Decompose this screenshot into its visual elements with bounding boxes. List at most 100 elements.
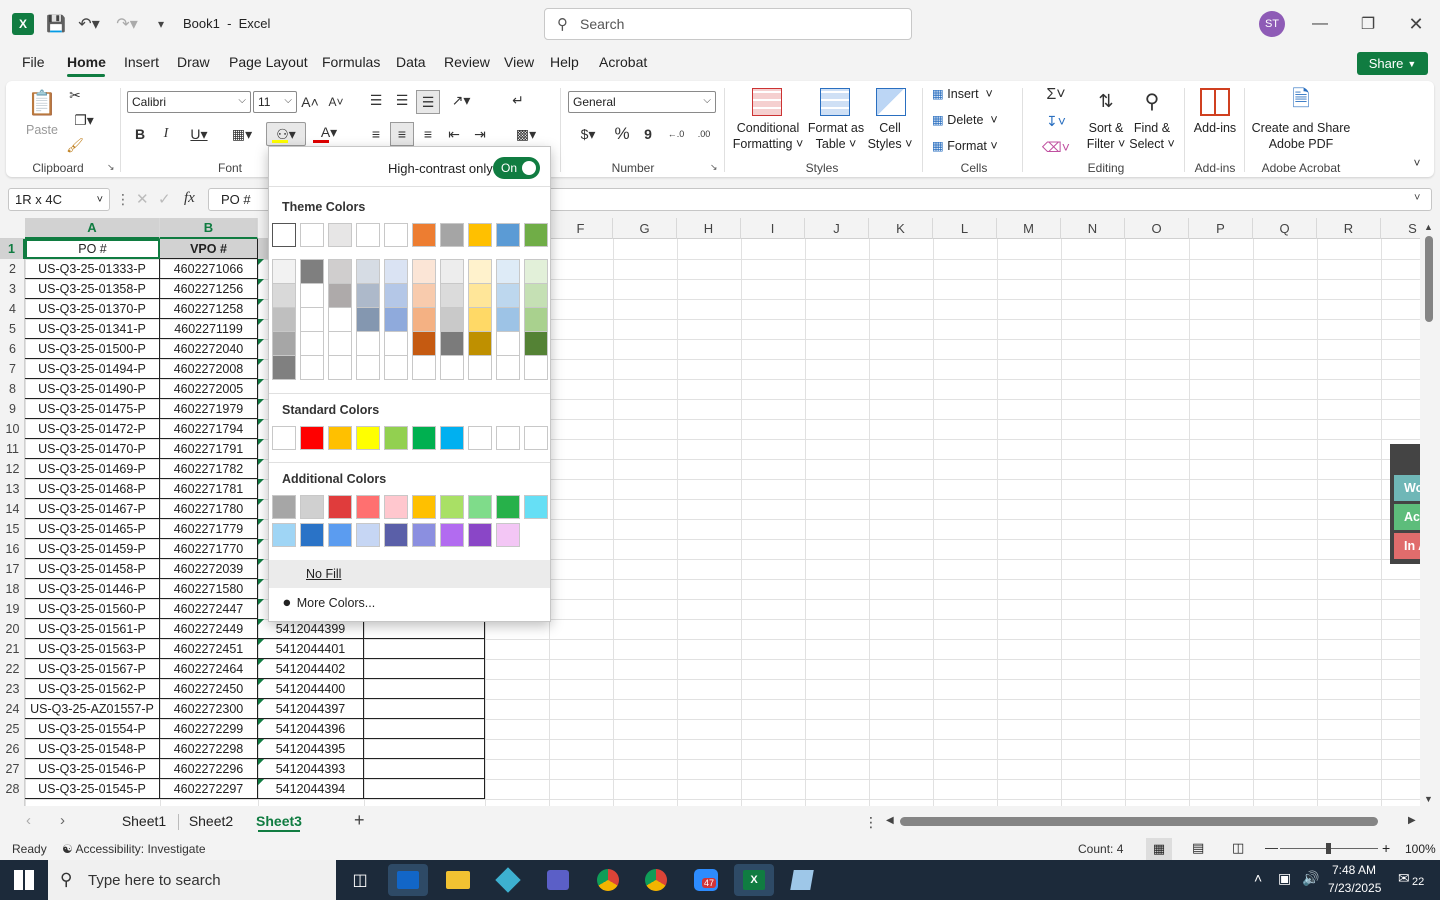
swatch-theme-top[interactable]: [412, 223, 436, 247]
cell-d[interactable]: [364, 699, 485, 719]
row-header-8[interactable]: 8: [0, 379, 25, 399]
cell-b[interactable]: 4602272449: [160, 619, 258, 639]
swatch-theme-shade[interactable]: [441, 356, 463, 380]
swatch-theme-shade[interactable]: [357, 332, 379, 356]
volume-icon[interactable]: 🔊: [1302, 870, 1319, 887]
swatch-additional[interactable]: [468, 495, 492, 519]
cell-a[interactable]: US-Q3-25-01560-P: [25, 599, 160, 619]
cell-b[interactable]: 4602271770: [160, 539, 258, 559]
insert-cells-button[interactable]: ▦ Insert ˅: [932, 86, 1012, 102]
align-top-icon[interactable]: ☰: [366, 90, 386, 110]
swatch-theme-shade[interactable]: [329, 308, 351, 332]
row-header-2[interactable]: 2: [0, 259, 25, 279]
sort-filter-button[interactable]: Sort & Filter ˅: [1082, 120, 1130, 152]
row-header-12[interactable]: 12: [0, 459, 25, 479]
swatch-theme-shade[interactable]: [357, 308, 379, 332]
teams-icon[interactable]: [538, 864, 578, 896]
increase-decimal-icon[interactable]: ←.0: [664, 124, 688, 144]
wrap-text-icon[interactable]: ↵: [508, 90, 528, 110]
decrease-indent-icon[interactable]: ⇤: [444, 124, 464, 144]
row-header-3[interactable]: 3: [0, 279, 25, 299]
swatch-theme-top[interactable]: [328, 223, 352, 247]
cell-c[interactable]: 5412044401: [258, 639, 364, 659]
cell-a[interactable]: US-Q3-25-01467-P: [25, 499, 160, 519]
cell-c[interactable]: 5412044395: [258, 739, 364, 759]
row-header-28[interactable]: 28: [0, 779, 25, 799]
tab-data[interactable]: Data: [396, 54, 426, 74]
cell-b[interactable]: 4602272005: [160, 379, 258, 399]
tab-file[interactable]: File: [22, 54, 45, 74]
bold-icon[interactable]: B: [130, 124, 150, 144]
column-header-n[interactable]: N: [1061, 218, 1125, 239]
cell-b[interactable]: 4602271979: [160, 399, 258, 419]
cell-c[interactable]: 5412044399: [258, 619, 364, 639]
app-icon[interactable]: [782, 864, 822, 896]
outlook-app-icon[interactable]: [388, 864, 428, 896]
swatch-theme-shade[interactable]: [273, 308, 295, 332]
cell-b[interactable]: 4602271256: [160, 279, 258, 299]
cell-a[interactable]: US-Q3-25-01370-P: [25, 299, 160, 319]
add-ins-button[interactable]: Add-ins: [1190, 120, 1240, 136]
cell-b[interactable]: 4602272008: [160, 359, 258, 379]
format-table-icon[interactable]: [820, 88, 850, 116]
cell-a1[interactable]: PO #: [25, 239, 160, 259]
notifications-icon[interactable]: ✉: [1398, 870, 1410, 887]
search-box[interactable]: ⚲ Search: [544, 8, 912, 40]
row-header-9[interactable]: 9: [0, 399, 25, 419]
swatch-theme-shade[interactable]: [469, 308, 491, 332]
conditional-formatting-icon[interactable]: [752, 88, 782, 116]
swatch-theme-shade[interactable]: [497, 356, 519, 380]
restore-icon[interactable]: ❐: [1354, 12, 1382, 36]
swatch-theme-top[interactable]: [496, 223, 520, 247]
swatch-theme-shade[interactable]: [385, 284, 407, 308]
next-sheet-icon[interactable]: ›: [60, 812, 65, 829]
normal-view-icon[interactable]: ▦: [1146, 838, 1172, 860]
swatch-standard[interactable]: [440, 426, 464, 450]
swatch-theme-top[interactable]: [300, 223, 324, 247]
swatch-theme-shade[interactable]: [413, 356, 435, 380]
taskbar-search[interactable]: Type here to search: [48, 860, 336, 900]
cell-b[interactable]: 4602271794: [160, 419, 258, 439]
sheet-options-icon[interactable]: ⋮: [864, 814, 878, 831]
zoom-in-icon[interactable]: +: [1382, 840, 1390, 856]
cut-icon[interactable]: ✂: [64, 86, 86, 104]
find-select-icon[interactable]: ⚲: [1136, 86, 1168, 116]
row-header-1[interactable]: 1: [0, 239, 25, 259]
cell-a[interactable]: US-Q3-25-01563-P: [25, 639, 160, 659]
swatch-theme-shade[interactable]: [357, 356, 379, 380]
swatch-theme-shade[interactable]: [273, 356, 295, 380]
swatch-additional[interactable]: [356, 523, 380, 547]
cell-a[interactable]: US-Q3-25-01546-P: [25, 759, 160, 779]
swatch-theme-shade[interactable]: [441, 308, 463, 332]
close-icon[interactable]: ✕: [1402, 12, 1430, 36]
row-header-26[interactable]: 26: [0, 739, 25, 759]
row-header-14[interactable]: 14: [0, 499, 25, 519]
swatch-additional[interactable]: [300, 495, 324, 519]
dialog-launcher-icon[interactable]: ↘: [710, 162, 718, 173]
page-break-view-icon[interactable]: ◫: [1232, 840, 1244, 856]
swatch-theme-shade[interactable]: [497, 332, 519, 356]
cell-a[interactable]: US-Q3-25-01465-P: [25, 519, 160, 539]
swatch-additional[interactable]: [440, 495, 464, 519]
decrease-decimal-icon[interactable]: .00: [692, 124, 716, 144]
align-bottom-icon[interactable]: ☰: [416, 90, 440, 114]
row-header-19[interactable]: 19: [0, 599, 25, 619]
row-header-24[interactable]: 24: [0, 699, 25, 719]
swatch-additional[interactable]: [496, 495, 520, 519]
cell-b[interactable]: 4602272299: [160, 719, 258, 739]
swatch-theme-shade[interactable]: [525, 308, 547, 332]
tray-overflow-icon[interactable]: ˄: [1254, 870, 1262, 886]
cell-a[interactable]: US-Q3-25-01500-P: [25, 339, 160, 359]
row-header-17[interactable]: 17: [0, 559, 25, 579]
clock-time[interactable]: 7:48 AM: [1332, 863, 1376, 877]
no-fill-option[interactable]: No Fill: [269, 560, 550, 588]
swatch-standard[interactable]: [496, 426, 520, 450]
swatch-theme-shade[interactable]: [273, 332, 295, 356]
cell-b[interactable]: 4602271780: [160, 499, 258, 519]
minimize-icon[interactable]: —: [1306, 12, 1334, 36]
swatch-theme-shade[interactable]: [329, 332, 351, 356]
add-ins-icon[interactable]: [1200, 88, 1230, 116]
swatch-theme-shade[interactable]: [497, 260, 519, 284]
adobe-pdf-icon[interactable]: 🗎: [1286, 86, 1316, 116]
row-header-4[interactable]: 4: [0, 299, 25, 319]
